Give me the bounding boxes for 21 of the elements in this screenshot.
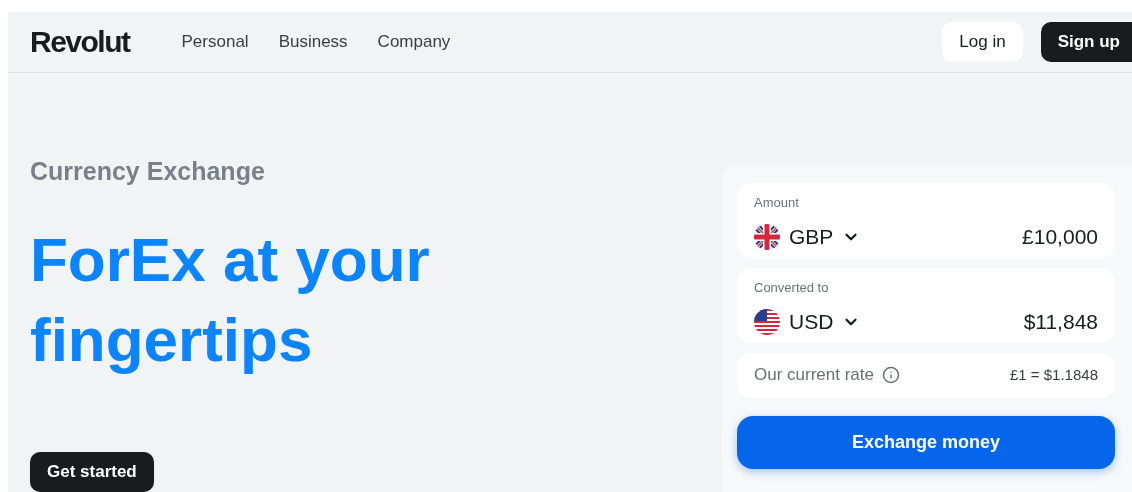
hero-heading: ForEx at your fingertips — [30, 224, 431, 376]
amount-value[interactable]: $11,848 — [1023, 306, 1098, 338]
field-label: Amount — [754, 193, 800, 212]
currency-dropdown[interactable]: USD — [754, 306, 861, 338]
exchange-money-button[interactable]: Exchange money — [737, 415, 1115, 469]
field-label: Converted to — [754, 278, 830, 297]
amount-value[interactable]: £10,000 — [1022, 221, 1098, 253]
rate-value: £1 = $1.1848 — [1010, 364, 1098, 385]
nav-link[interactable]: Business — [278, 29, 348, 55]
info-icon[interactable] — [882, 366, 900, 384]
nav-link[interactable]: Personal — [181, 29, 249, 55]
logo[interactable]: Revolut — [30, 19, 130, 65]
get-started-button[interactable]: Get started — [30, 452, 154, 492]
login-button[interactable]: Log in — [942, 21, 1023, 62]
currency-dropdown[interactable]: GBP — [754, 221, 861, 253]
section-eyebrow: Currency Exchange — [30, 155, 266, 187]
rate-label: Our current rate — [754, 364, 874, 387]
signup-button[interactable]: Sign up — [1040, 21, 1132, 62]
nav-link[interactable]: Company — [377, 29, 451, 55]
union-flag-icon — [754, 223, 780, 250]
stars-and-stripes-flag-icon — [754, 308, 780, 335]
